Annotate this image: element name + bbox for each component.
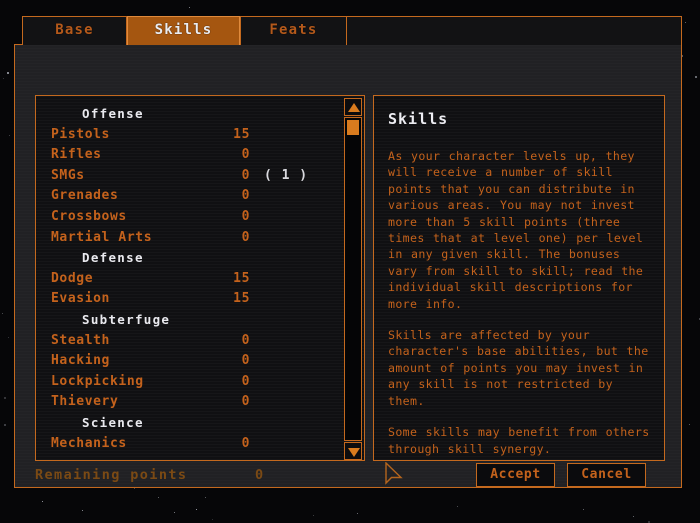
star [158, 497, 159, 498]
skill-row[interactable]: Thievery 0 [36, 392, 344, 413]
skill-row[interactable]: Dodge 15 [36, 269, 344, 290]
skill-value: 0 [224, 186, 250, 207]
skill-row[interactable]: Grenades 0 [36, 186, 344, 207]
skill-list: OffensePistols15Rifles0SMGs0( 1 )Grenade… [36, 96, 344, 460]
star [189, 7, 190, 8]
skill-value: 0 [224, 434, 250, 455]
star [82, 510, 83, 511]
skill-category-header: Offense [36, 104, 344, 125]
skill-value: 0 [224, 166, 250, 187]
description-title: Skills [388, 110, 650, 128]
remaining-points-label: Remaining points [35, 463, 187, 487]
triangle-up-icon [348, 103, 360, 112]
skill-list-panel: OffensePistols15Rifles0SMGs0( 1 )Grenade… [35, 95, 365, 461]
description-paragraph: As your character levels up, they will r… [388, 148, 650, 312]
star [212, 519, 213, 520]
skill-value: 15 [224, 125, 250, 146]
skill-list-scrollbar[interactable] [344, 98, 362, 460]
star [9, 135, 10, 136]
scrollbar-track[interactable] [344, 117, 362, 441]
skill-name[interactable]: Crossbows [51, 207, 127, 228]
skill-name[interactable]: SMGs [51, 166, 85, 187]
star [42, 501, 43, 502]
skill-row[interactable]: Crossbows 0 [36, 207, 344, 228]
tab-base[interactable]: Base [22, 16, 127, 45]
star [689, 424, 690, 425]
star [205, 497, 206, 498]
description-paragraph: Some skills may benefit from others thro… [388, 424, 650, 457]
star [583, 509, 584, 510]
skill-value: 15 [224, 289, 250, 310]
accept-button[interactable]: Accept [476, 463, 555, 487]
game-character-screen: Base Skills Feats OffensePistols15Rifles… [0, 0, 700, 523]
skill-category-header: Science [36, 413, 344, 434]
skill-value: 0 [224, 145, 250, 166]
star [134, 488, 135, 489]
star [2, 313, 3, 314]
character-window: Base Skills Feats OffensePistols15Rifles… [14, 16, 682, 488]
scrollbar-thumb[interactable] [347, 120, 359, 135]
star [4, 424, 6, 426]
skill-row[interactable]: Stealth 0 [36, 331, 344, 352]
tab-skills[interactable]: Skills [127, 16, 240, 45]
triangle-down-icon [348, 448, 360, 457]
cancel-button[interactable]: Cancel [567, 463, 646, 487]
star [196, 509, 197, 510]
description-paragraph: Skills are affected by your character's … [388, 327, 650, 409]
star [174, 512, 175, 513]
star [633, 516, 634, 517]
footer-bar: Remaining points 0 Accept Cancel [15, 463, 681, 487]
tab-bar-filler [347, 16, 682, 45]
skill-name[interactable]: Rifles [51, 145, 102, 166]
remaining-points-value: 0 [255, 463, 263, 487]
skill-row[interactable]: Lockpicking 0 [36, 372, 344, 393]
star [457, 506, 458, 507]
skill-category-header: Subterfuge [36, 310, 344, 331]
skill-name[interactable]: Evasion [51, 289, 110, 310]
star [7, 72, 9, 74]
star [4, 397, 6, 399]
tab-feats[interactable]: Feats [240, 16, 347, 45]
skill-row[interactable]: Pistols 15 [36, 125, 344, 146]
star [685, 22, 686, 23]
skill-value: 0 [224, 228, 250, 249]
window-body: OffensePistols15Rifles0SMGs0( 1 )Grenade… [14, 44, 682, 488]
skill-name[interactable]: Pistols [51, 125, 110, 146]
skill-row[interactable]: Evasion 15 [36, 289, 344, 310]
skill-value: 0 [224, 207, 250, 228]
skill-row[interactable]: SMGs 0 ( 1 ) [36, 166, 344, 187]
star [695, 76, 697, 78]
skill-value: 0 [224, 392, 250, 413]
skill-row[interactable]: Martial Arts 0 [36, 228, 344, 249]
star [357, 513, 358, 514]
skill-name[interactable]: Martial Arts [51, 228, 152, 249]
skill-name[interactable]: Hacking [51, 351, 110, 372]
skill-value: 0 [224, 372, 250, 393]
tab-bar: Base Skills Feats [14, 16, 682, 45]
skill-category-header: Defense [36, 248, 344, 269]
star [3, 78, 4, 79]
skill-name[interactable]: Dodge [51, 269, 93, 290]
skill-name[interactable]: Stealth [51, 331, 110, 352]
scroll-up-button[interactable] [344, 98, 362, 116]
description-body: As your character levels up, they will r… [388, 148, 650, 461]
skill-name[interactable]: Lockpicking [51, 372, 144, 393]
skill-value: 0 [224, 331, 250, 352]
skill-value: 15 [224, 269, 250, 290]
scroll-down-button[interactable] [344, 442, 362, 460]
skill-row[interactable]: Hacking 0 [36, 351, 344, 372]
star [313, 515, 314, 516]
skill-row[interactable]: Mechanics 0 [36, 434, 344, 455]
skill-row[interactable]: Rifles 0 [36, 145, 344, 166]
skill-effective-value: ( 1 ) [264, 166, 308, 187]
skill-value: 0 [224, 351, 250, 372]
description-panel: Skills As your character levels up, they… [373, 95, 665, 461]
star [8, 337, 9, 338]
skill-name[interactable]: Grenades [51, 186, 118, 207]
skill-name[interactable]: Mechanics [51, 434, 127, 455]
skill-name[interactable]: Thievery [51, 392, 118, 413]
